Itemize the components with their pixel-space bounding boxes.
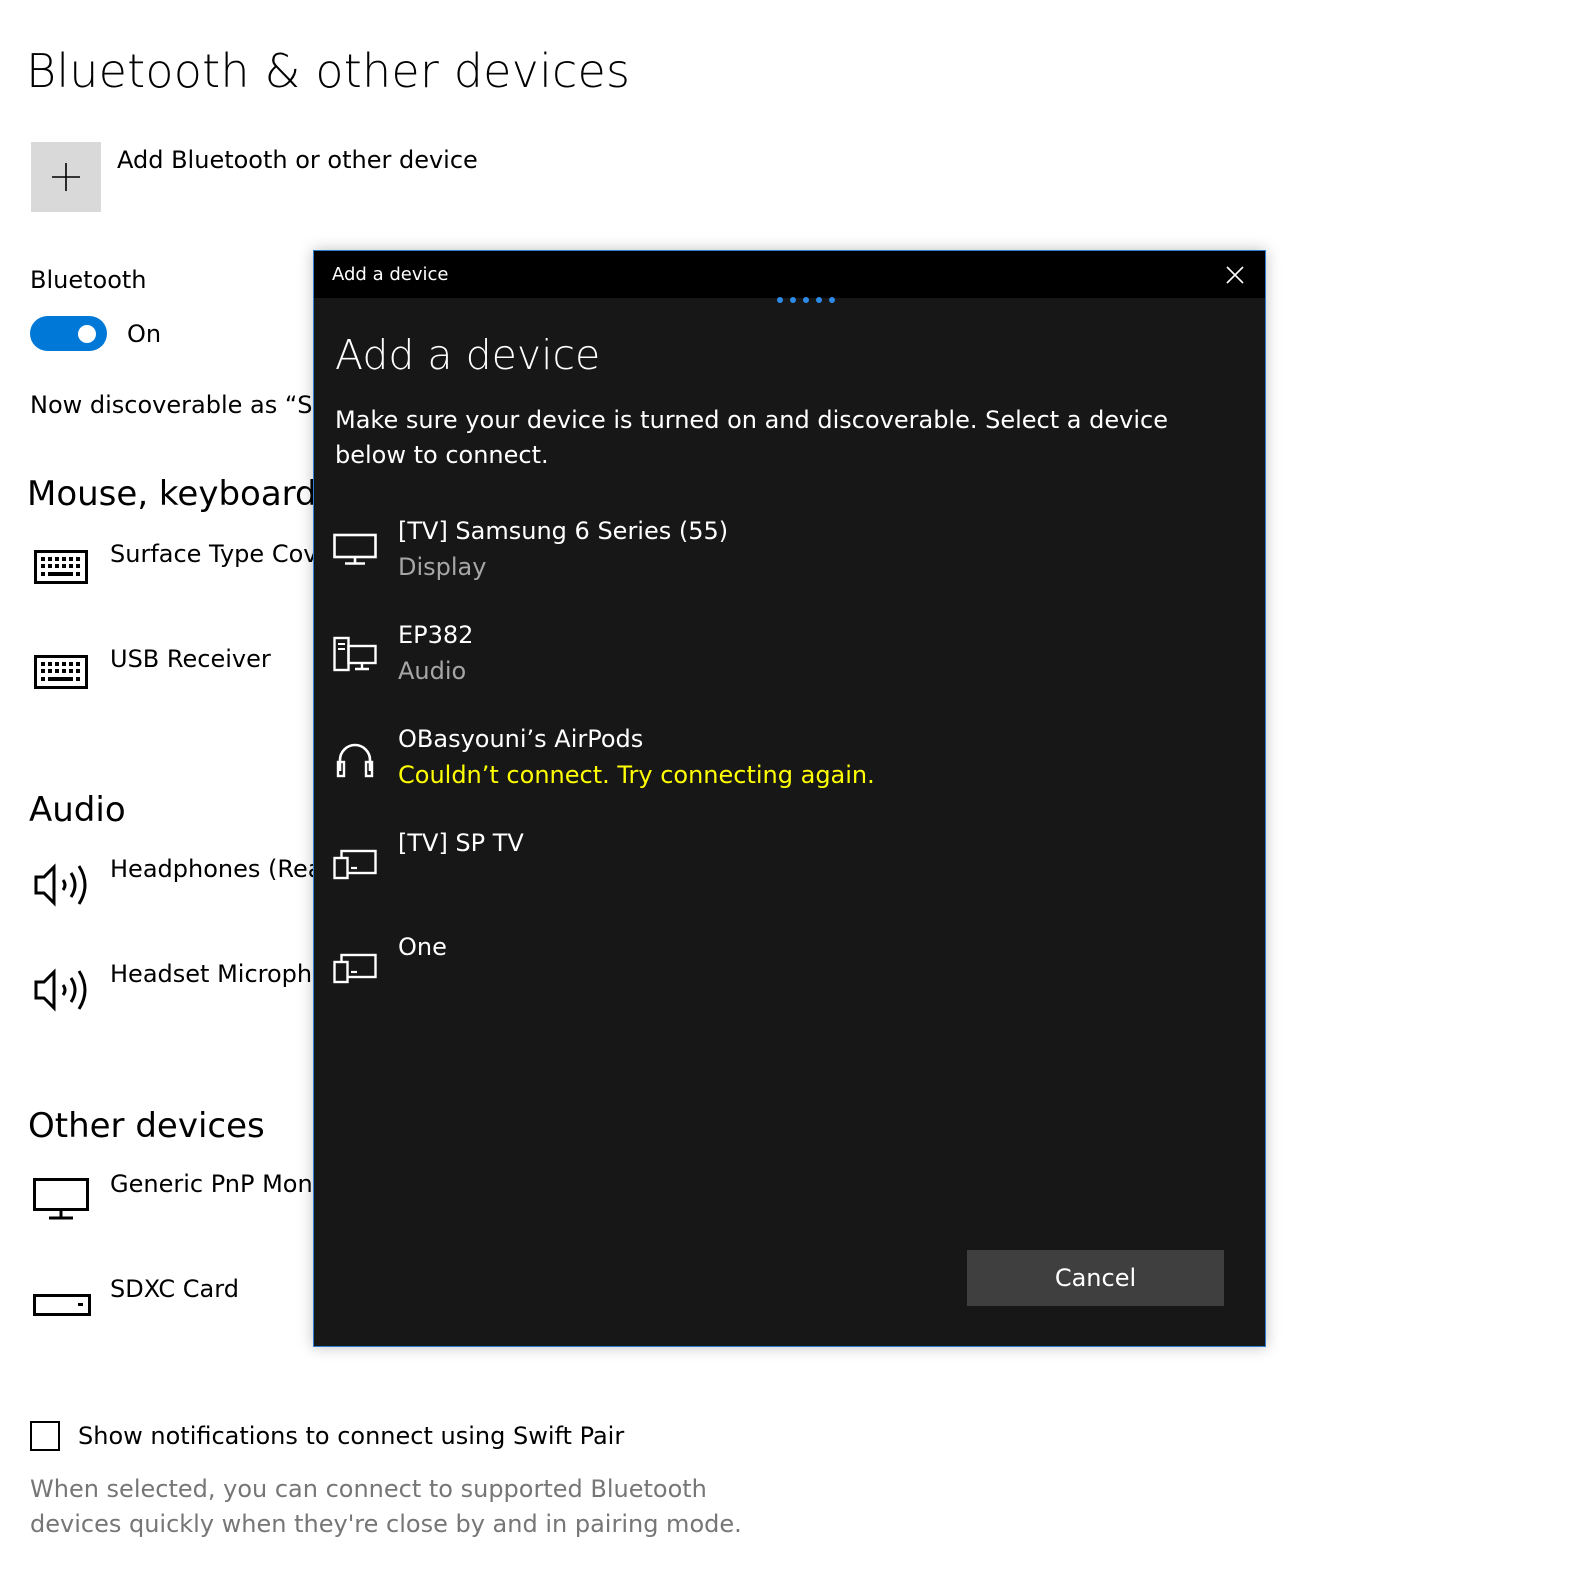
plus-icon [52, 163, 80, 191]
device-list-item[interactable]: One [314, 933, 1265, 1033]
toggle-knob [78, 325, 96, 343]
discoverable-text: Now discoverable as “SU [30, 391, 331, 419]
drive-icon [33, 1294, 91, 1316]
dialog-titlebar: Add a device [314, 251, 1265, 298]
headphones-icon [333, 739, 377, 783]
page-title: Bluetooth & other devices [26, 44, 631, 98]
device-list-item[interactable]: [TV] SP TV [314, 829, 1265, 929]
device-name[interactable]: Surface Type Cove [110, 540, 332, 568]
device-list-item[interactable]: EP382 Audio [314, 621, 1265, 721]
device-name[interactable]: Headphones (Rea [110, 855, 322, 883]
device-list-item[interactable]: [TV] Samsung 6 Series (55) Display [314, 517, 1265, 617]
device-name[interactable]: Headset Micropho [110, 960, 327, 988]
device-list-item[interactable]: OBasyouni’s AirPods Couldn’t connect. Tr… [314, 725, 1265, 825]
dialog-heading: Add a device [335, 331, 601, 379]
keyboard-icon [34, 655, 88, 689]
connection-error-message: Couldn’t connect. Try connecting again. [398, 761, 875, 789]
swift-pair-checkbox[interactable] [30, 1421, 60, 1451]
device-item-name: OBasyouni’s AirPods [398, 725, 644, 753]
display-icon [333, 531, 377, 571]
device-item-name: One [398, 933, 447, 961]
device-name[interactable]: Generic PnP Moni [110, 1170, 319, 1198]
device-name[interactable]: USB Receiver [110, 645, 271, 673]
device-item-name: [TV] SP TV [398, 829, 524, 857]
bluetooth-label: Bluetooth [30, 266, 147, 294]
close-button[interactable] [1219, 259, 1251, 291]
cast-device-icon [333, 843, 377, 885]
cast-device-icon [333, 947, 377, 989]
section-title-audio: Audio [29, 790, 126, 830]
add-device-dialog: Add a device Add a device Make sure your… [313, 250, 1266, 1347]
dialog-window-title: Add a device [332, 264, 449, 285]
device-name[interactable]: SDXC Card [110, 1275, 239, 1303]
swift-pair-help-text: When selected, you can connect to suppor… [30, 1475, 742, 1538]
pc-display-icon [333, 635, 377, 677]
add-device-label[interactable]: Add Bluetooth or other device [117, 146, 478, 174]
close-icon [1226, 266, 1244, 284]
device-item-name: [TV] Samsung 6 Series (55) [398, 517, 729, 545]
bluetooth-state: On [127, 320, 162, 348]
speaker-icon [33, 965, 93, 1015]
keyboard-icon [34, 550, 88, 584]
dialog-description: Make sure your device is turned on and d… [335, 406, 1168, 469]
device-item-name: EP382 [398, 621, 474, 649]
monitor-icon [33, 1178, 89, 1220]
device-item-type: Audio [398, 657, 467, 685]
swift-pair-label[interactable]: Show notifications to connect using Swif… [78, 1422, 624, 1450]
add-device-button[interactable] [31, 142, 101, 212]
speaker-icon [33, 860, 93, 910]
progress-dots [777, 297, 835, 303]
cancel-button[interactable]: Cancel [967, 1250, 1224, 1306]
device-item-type: Display [398, 553, 487, 581]
bluetooth-toggle[interactable] [30, 316, 107, 351]
section-title-other-devices: Other devices [28, 1106, 265, 1146]
